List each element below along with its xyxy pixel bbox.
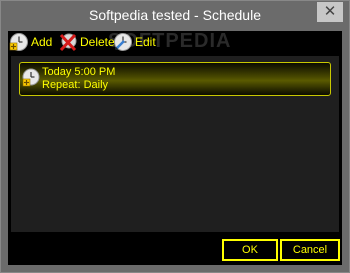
delete-button[interactable]: Delete [58,31,115,53]
add-button[interactable]: Add [9,31,52,53]
window-title: Softpedia tested - Schedule [88,7,261,23]
toolbar: SOFTPEDIA Add Delete Edit [8,30,342,53]
clock-pencil-icon [113,32,133,52]
add-label: Add [31,35,53,49]
schedule-time: Today 5:00 PM [42,66,116,78]
close-button[interactable]: ✕ [317,2,343,22]
clock-plus-icon [22,67,40,94]
schedule-item[interactable]: Today 5:00 PM Repeat: Daily [19,62,331,96]
clock-plus-icon [9,32,29,52]
title-bar[interactable]: Softpedia tested - Schedule ✕ [1,1,349,31]
edit-button[interactable]: Edit [113,31,156,53]
red-x-icon [58,32,78,52]
delete-label: Delete [80,35,115,49]
schedule-list[interactable]: Today 5:00 PM Repeat: Daily [11,56,339,232]
client-area: SOFTPEDIA Add Delete Edit Today 5:00 PM … [8,30,342,265]
ok-button[interactable]: OK [222,239,278,261]
schedule-repeat: Repeat: Daily [42,79,109,91]
schedule-window: Softpedia tested - Schedule ✕ SOFTPEDIA … [0,0,350,273]
edit-label: Edit [135,35,156,49]
cancel-button[interactable]: Cancel [280,239,340,261]
